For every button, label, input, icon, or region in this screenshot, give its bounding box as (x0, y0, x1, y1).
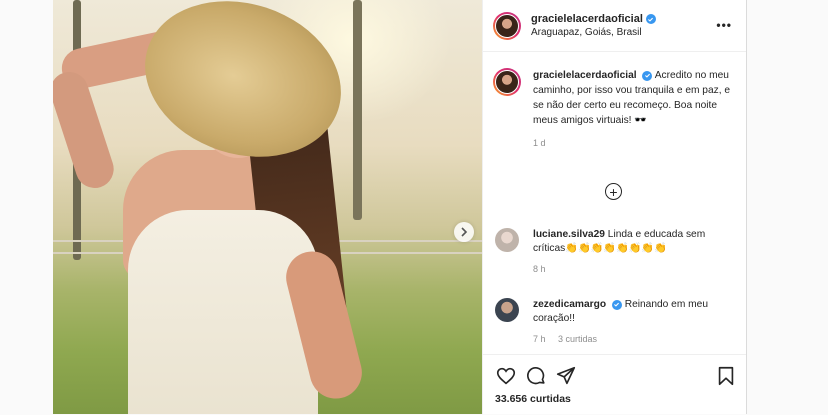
comment-time[interactable]: 7 h (533, 334, 546, 344)
comment-likes[interactable]: 3 curtidas (558, 334, 597, 344)
post-photo[interactable] (53, 0, 482, 414)
chevron-right-icon (461, 227, 468, 237)
likes-count[interactable]: 33.656 curtidas (495, 393, 571, 405)
avatar[interactable] (493, 68, 521, 96)
verified-icon (611, 299, 622, 310)
post-sidebar: gracielelacerdaoficial Araguapaz, Goiás,… (482, 0, 747, 414)
heart-icon[interactable] (495, 365, 517, 387)
comment-time[interactable]: 8 h (533, 264, 546, 274)
load-more-comments-button[interactable]: + (605, 183, 622, 200)
comment-item: zezedicamargo Reinando em meu coração!! … (495, 298, 735, 346)
post-header: gracielelacerdaoficial Araguapaz, Goiás,… (483, 0, 746, 52)
verified-icon (642, 70, 653, 81)
avatar[interactable] (495, 298, 519, 322)
post-caption: gracielelacerdaoficial Acredito no meu c… (493, 68, 733, 151)
add-comment-icon: + (609, 183, 618, 200)
background-palm (353, 0, 362, 220)
post-username[interactable]: gracielelacerdaoficial (531, 13, 643, 25)
avatar[interactable] (495, 228, 519, 252)
comment-username[interactable]: zezedicamargo (533, 299, 606, 310)
caption-username[interactable]: gracielelacerdaoficial (533, 70, 637, 81)
more-options-button[interactable]: ••• (716, 18, 732, 32)
share-icon[interactable] (555, 365, 577, 387)
verified-icon (645, 14, 656, 24)
comment-username[interactable]: luciane.silva29 (533, 229, 605, 240)
avatar[interactable] (493, 11, 521, 40)
bookmark-icon[interactable] (715, 365, 737, 387)
post-actions: 33.656 curtidas (483, 354, 746, 415)
post-location[interactable]: Araguapaz, Goiás, Brasil (531, 27, 656, 38)
comment-icon[interactable] (525, 365, 547, 387)
comment-item: luciane.silva29 Linda e educada sem crít… (495, 228, 735, 276)
next-photo-button[interactable] (454, 222, 474, 242)
white-dress (128, 210, 318, 414)
post-time[interactable]: 1 d (533, 136, 731, 151)
raised-forearm (53, 67, 119, 193)
